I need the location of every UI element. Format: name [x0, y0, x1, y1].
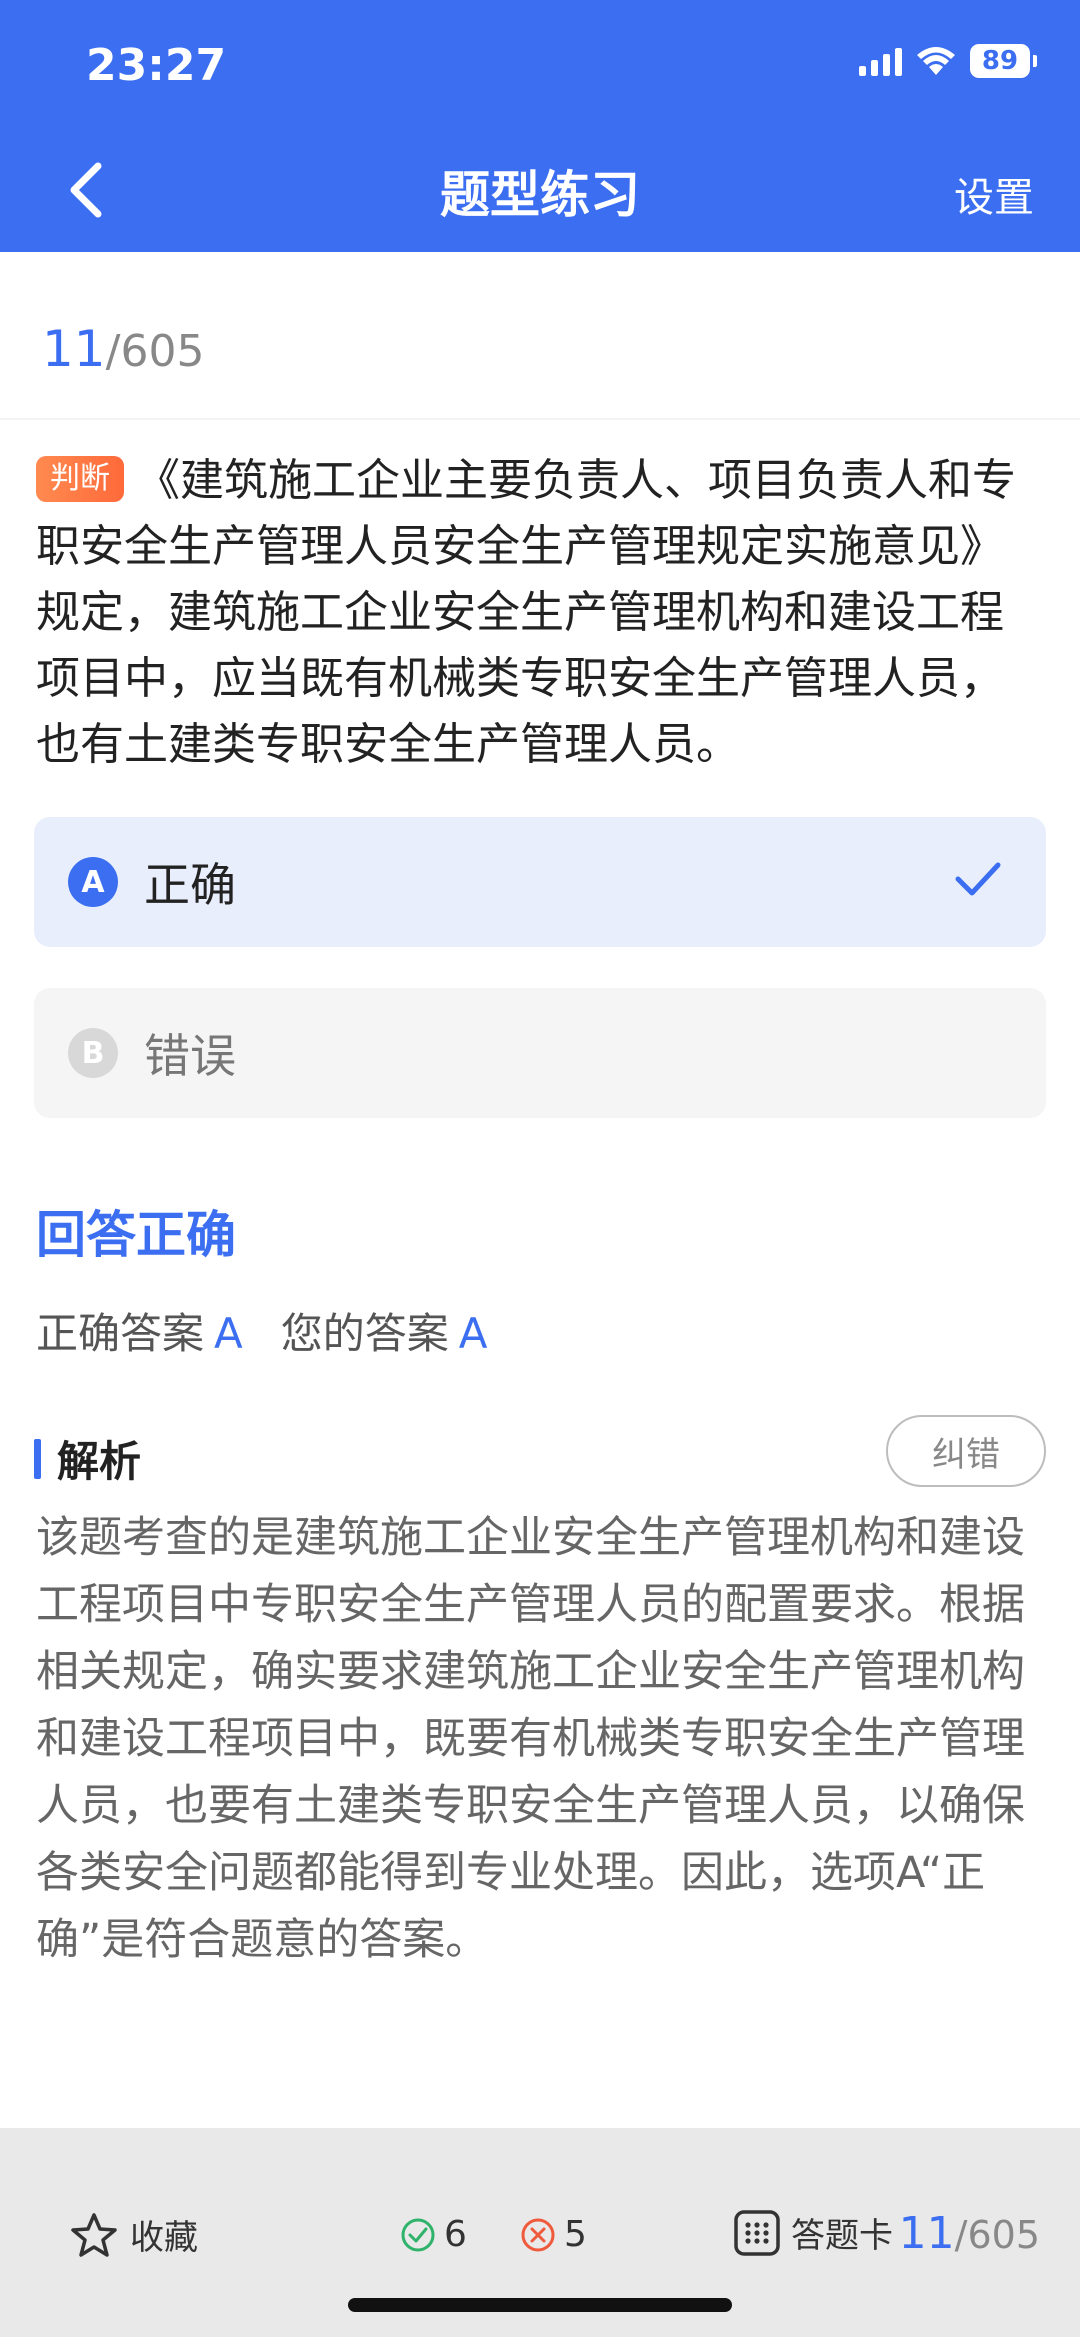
check-circle-icon	[401, 2218, 435, 2251]
battery-icon: 89	[970, 44, 1037, 78]
question-stem: 判断 《建筑施工企业主要负责人、项目负责人和专职安全生产管理人员安全生产管理规定实…	[36, 448, 1046, 778]
analysis-text: 该题考查的是建筑施工企业安全生产管理机构和建设工程项目中专职安全生产管理人员的配…	[36, 1513, 1025, 1965]
wifi-icon	[917, 47, 955, 75]
option-letter: A	[68, 857, 118, 907]
divider	[0, 418, 1080, 420]
progress-current: 11	[42, 320, 106, 378]
correct-count: 6	[400, 2214, 467, 2255]
your-answer-value: A	[458, 1309, 488, 1358]
answer-summary: 正确答案 A 您的答案 A	[36, 1300, 488, 1361]
answer-card-label: 答题卡	[791, 2216, 893, 2256]
settings-button[interactable]: 设置	[954, 165, 1034, 223]
bottom-progress: 11/605	[899, 2208, 1040, 2259]
progress-total: /605	[105, 326, 205, 377]
analysis-header: 解析	[34, 1428, 141, 1489]
home-indicator	[348, 2298, 732, 2312]
your-answer-label: 您的答案	[280, 1309, 449, 1358]
correct-answer-label: 正确答案	[36, 1309, 205, 1358]
wrong-count: 5	[520, 2214, 587, 2255]
question-progress: 11/605	[42, 320, 204, 378]
option-text: 错误	[144, 1029, 236, 1083]
question-text: 《建筑施工企业主要负责人、项目负责人和专职安全生产管理人员安全生产管理规定实施意…	[36, 455, 1016, 770]
question-type-badge: 判断	[36, 456, 124, 502]
report-error-button[interactable]: 纠错	[886, 1415, 1046, 1487]
app-header: 23:27 89 题型练习 设置	[0, 0, 1080, 252]
answer-card-button[interactable]: 答题卡	[733, 2208, 893, 2257]
status-time: 23:27	[86, 40, 227, 91]
grid-icon	[734, 2209, 780, 2256]
status-icons: 89	[859, 44, 1037, 78]
analysis-title: 解析	[57, 1437, 142, 1486]
favorite-button[interactable]: 收藏	[70, 2210, 198, 2259]
x-circle-icon	[521, 2218, 555, 2251]
bottom-progress-current: 11	[898, 2208, 955, 2259]
bottom-progress-total: /605	[954, 2213, 1040, 2257]
cellular-signal-icon	[859, 46, 902, 76]
correct-answer-value: A	[214, 1309, 243, 1358]
checkmark-icon	[955, 862, 1001, 896]
star-icon	[71, 2212, 117, 2257]
favorite-label: 收藏	[130, 2218, 198, 2258]
option-b[interactable]: B 错误	[34, 988, 1046, 1118]
option-text: 正确	[144, 858, 236, 912]
result-title: 回答正确	[36, 1206, 236, 1264]
option-letter: B	[68, 1028, 118, 1078]
wrong-count-value: 5	[564, 2214, 587, 2255]
section-bar	[34, 1438, 41, 1479]
page-title: 题型练习	[440, 166, 640, 224]
option-a[interactable]: A 正确	[34, 817, 1046, 947]
correct-count-value: 6	[444, 2214, 467, 2255]
